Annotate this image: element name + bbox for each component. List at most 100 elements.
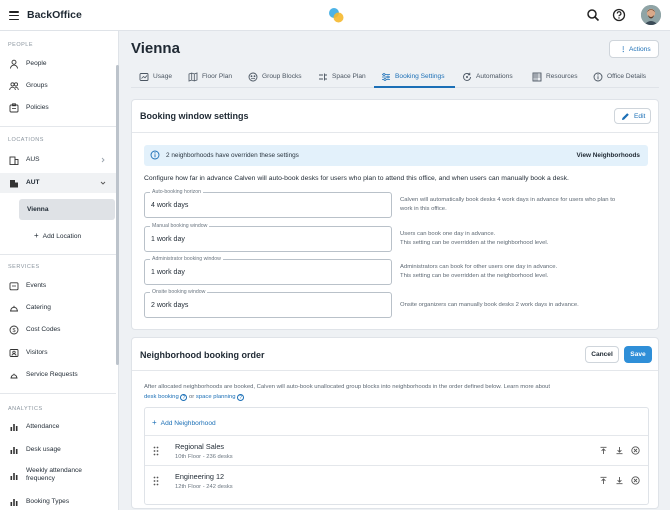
drag-handle-icon[interactable] <box>153 476 159 486</box>
space-plan-icon <box>319 73 327 81</box>
remove-icon[interactable] <box>631 476 640 485</box>
events-icon <box>9 282 19 291</box>
top-bar: BackOffice <box>0 0 670 31</box>
tab-booking-settings[interactable]: Booking Settings <box>374 67 455 88</box>
remove-icon[interactable] <box>631 446 640 455</box>
save-button[interactable]: Save <box>624 346 652 363</box>
administrator-booking-window-field[interactable]: Administrator booking window 1 work day <box>144 256 392 285</box>
move-to-top-icon[interactable] <box>599 446 608 455</box>
sidebar-divider <box>0 254 116 255</box>
info-icon <box>593 72 603 82</box>
sidebar-item-label: Events <box>26 282 47 289</box>
sidebar-item-aut[interactable]: AUT <box>0 173 116 193</box>
tab-label: Automations <box>476 73 513 80</box>
tab-usage[interactable]: Usage <box>139 67 183 88</box>
sidebar-item-label: Cost Codes <box>26 326 61 333</box>
tab-automations[interactable]: Automations <box>462 67 520 88</box>
help-circle-icon[interactable]: ? <box>180 394 188 401</box>
help-line: This setting can be overridden at the ne… <box>400 273 549 279</box>
chevron-down-icon <box>100 181 106 185</box>
dollar-icon: $ <box>9 325 19 335</box>
building-filled-icon <box>10 180 18 188</box>
help-line: This setting can be overridden at the ne… <box>400 240 549 246</box>
weekly-attendance-line2: frequency <box>26 475 55 482</box>
move-to-top-icon[interactable] <box>599 476 608 485</box>
field-label: Onsite booking window <box>150 289 208 295</box>
onsite-booking-window-field[interactable]: Onsite booking window 2 work days <box>144 289 392 318</box>
edit-button[interactable]: Edit <box>614 108 651 124</box>
move-down-icon[interactable] <box>615 446 624 455</box>
section-label-locations: LOCATIONS <box>8 137 44 143</box>
tab-resources[interactable]: Resources <box>532 67 582 88</box>
sidebar-item-events[interactable]: Events <box>0 276 116 296</box>
field-value: 2 work days <box>151 302 189 309</box>
tab-label: Floor Plan <box>202 73 233 80</box>
weekly-attendance-line1: Weekly attendance <box>26 467 82 474</box>
sidebar-item-service-requests[interactable]: Service Requests <box>0 365 116 385</box>
sidebar-item-policies[interactable]: Policies <box>0 98 116 118</box>
sidebar-item-cost-codes[interactable]: $ Cost Codes <box>0 320 116 340</box>
sidebar-item-catering[interactable]: Catering <box>0 298 116 318</box>
tab-group-blocks[interactable]: Group Blocks <box>248 67 308 88</box>
building-icon <box>9 156 19 165</box>
automation-icon <box>463 72 471 81</box>
bar-chart-icon <box>10 447 18 454</box>
field-label: Auto-booking horizon <box>150 189 204 195</box>
sidebar-item-label: Booking Types <box>26 498 70 505</box>
tab-floor-plan[interactable]: Floor Plan <box>188 67 238 88</box>
card-divider <box>132 370 658 371</box>
administrator-booking-help: Administrators can book for other users … <box>400 263 650 281</box>
add-location-label: Add Location <box>42 233 82 240</box>
add-location-link[interactable]: + Add Location <box>34 231 81 240</box>
map-icon <box>188 72 198 82</box>
help-circle-icon[interactable]: ? <box>237 394 245 401</box>
add-neighborhood-button[interactable]: + Add Neighborhood <box>152 418 216 427</box>
help-icon[interactable] <box>612 8 626 22</box>
actions-button[interactable]: ⋮ Actions <box>609 40 659 58</box>
neighborhood-order-card: Neighborhood booking order Cancel Save A… <box>131 337 659 509</box>
sliders-icon <box>382 73 390 81</box>
sidebar-item-vienna[interactable]: Vienna <box>19 199 115 220</box>
tab-office-details[interactable]: Office Details <box>593 67 653 88</box>
sidebar-item-booking-types[interactable]: Booking Types <box>0 492 116 510</box>
sidebar-scrollbar[interactable] <box>116 65 119 365</box>
auto-booking-horizon-field[interactable]: Auto-booking horizon 4 work days <box>144 189 392 218</box>
sidebar-item-visitors[interactable]: Visitors <box>0 343 116 363</box>
menu-icon[interactable] <box>9 11 19 21</box>
tab-space-plan[interactable]: Space Plan <box>318 67 372 88</box>
tab-label: Booking Settings <box>395 73 445 80</box>
field-value: 1 work day <box>151 269 185 276</box>
sidebar-item-groups[interactable]: Groups <box>0 76 116 96</box>
field-label: Administrator booking window <box>150 256 223 262</box>
sidebar-item-label: Visitors <box>26 349 48 356</box>
sidebar-item-desk-usage[interactable]: Desk usage <box>0 440 116 460</box>
cancel-button[interactable]: Cancel <box>585 346 619 363</box>
onsite-booking-help: Onsite organizers can manually book desk… <box>400 301 650 310</box>
service-bell-icon <box>10 373 18 379</box>
manual-booking-window-field[interactable]: Manual booking window 1 work day <box>144 223 392 252</box>
move-down-icon[interactable] <box>615 476 624 485</box>
space-planning-link[interactable]: space planning <box>196 394 236 400</box>
tab-label: Office Details <box>607 73 647 80</box>
tab-label: Group Blocks <box>262 73 302 80</box>
view-neighborhoods-link[interactable]: View Neighborhoods <box>577 152 640 159</box>
desk-booking-link[interactable]: desk booking <box>144 394 179 400</box>
sidebar-item-weekly-attendance[interactable]: Weekly attendance frequency <box>0 465 116 487</box>
list-item: Regional Sales 10th Floor - 236 desks <box>145 435 648 465</box>
sidebar-item-label: AUT <box>26 179 40 186</box>
search-icon[interactable] <box>586 8 600 22</box>
drag-handle-icon[interactable] <box>153 446 159 456</box>
sidebar-item-aus[interactable]: AUS <box>0 150 116 170</box>
sidebar-item-label: Weekly attendance frequency <box>26 467 82 483</box>
info-icon <box>150 150 160 160</box>
booking-window-card: Booking window settings Edit 2 neighborh… <box>131 99 659 330</box>
sidebar: PEOPLE People Groups Policies LOCATIONS … <box>0 31 119 510</box>
user-avatar[interactable] <box>641 5 661 25</box>
chevron-right-icon <box>101 157 105 163</box>
sidebar-item-attendance[interactable]: Attendance <box>0 417 116 437</box>
card-divider <box>132 132 658 133</box>
neighborhood-detail: 10th Floor - 236 desks <box>175 454 233 460</box>
sidebar-item-people[interactable]: People <box>0 54 116 74</box>
catering-icon <box>10 305 18 312</box>
person-icon <box>10 59 18 69</box>
